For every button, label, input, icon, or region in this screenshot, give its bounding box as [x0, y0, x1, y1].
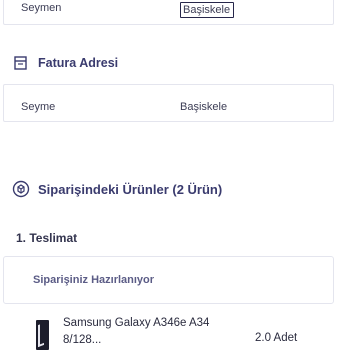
invoice-address-card: Seyme Başiskele — [3, 84, 334, 122]
invoice-address-icon — [14, 56, 28, 70]
product-image-detail — [38, 322, 44, 348]
product-image[interactable] — [36, 320, 49, 350]
product-quantity: 2.0 Adet — [255, 332, 298, 344]
delivery-district[interactable]: Başiskele — [180, 2, 235, 18]
shipment-title: 1. Teslimat — [16, 231, 78, 245]
order-items-header: Siparişindeki Ürünler (2 Ürün) — [12, 180, 222, 198]
invoice-name: Seyme — [21, 101, 56, 113]
invoice-district: Başiskele — [180, 101, 228, 113]
invoice-address-title: Fatura Adresi — [38, 56, 119, 70]
product-name[interactable]: Samsung Galaxy A346e A34 8/128... — [63, 315, 223, 349]
order-items-title: Siparişindeki Ürünler (2 Ürün) — [38, 181, 223, 197]
shipment-status: Siparişiniz Hazırlanıyor — [33, 274, 155, 286]
delivery-district-value[interactable]: Başiskele — [180, 2, 235, 18]
invoice-address-header: Fatura Adresi — [14, 56, 118, 70]
box-icon — [12, 180, 30, 198]
delivery-name: Seymen — [21, 2, 62, 14]
delivery-address-card: Seymen Başiskele — [3, 0, 334, 25]
